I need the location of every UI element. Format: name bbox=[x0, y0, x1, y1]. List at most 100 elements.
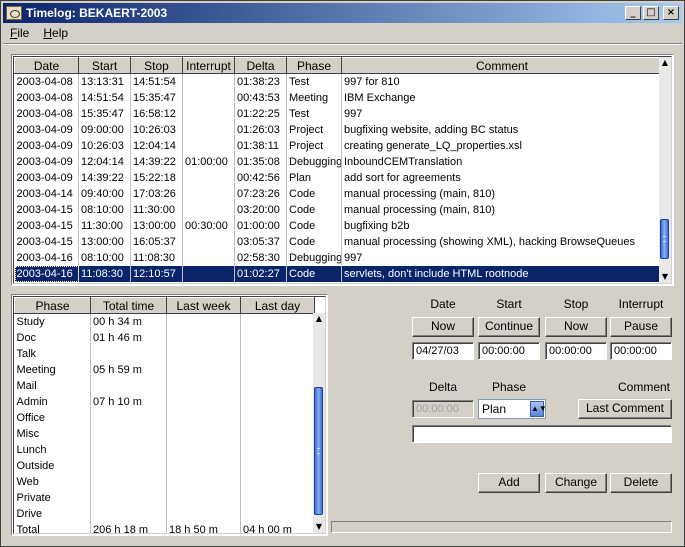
table-cell[interactable]: 2003-04-09 bbox=[14, 169, 79, 186]
table-row[interactable]: 2003-04-16 11:08:30 12:10:57 01:02:27 Code se… bbox=[14, 265, 663, 282]
scroll-down-icon[interactable]: ▼ bbox=[659, 271, 671, 283]
table-cell[interactable]: 997 bbox=[341, 249, 663, 266]
table-cell[interactable]: Test bbox=[286, 73, 342, 90]
table-cell[interactable]: 15:22:18 bbox=[130, 169, 183, 186]
table-cell[interactable]: 2003-04-08 bbox=[14, 89, 79, 106]
table-cell[interactable]: manual processing (main, 810) bbox=[341, 201, 663, 218]
table-cell[interactable]: 11:30:00 bbox=[130, 201, 183, 218]
delete-button[interactable]: Delete bbox=[610, 473, 672, 493]
table-cell[interactable]: 11:08:30 bbox=[78, 265, 131, 282]
table-row[interactable]: 2003-04-15 11:30:00 13:00:00 00:30:00 01:00:… bbox=[14, 217, 663, 234]
table-cell[interactable]: bugfixing website, adding BC status bbox=[341, 121, 663, 138]
table-cell[interactable] bbox=[182, 201, 235, 218]
table-cell[interactable]: 17:03:26 bbox=[130, 185, 183, 202]
table-row[interactable]: Web bbox=[14, 473, 315, 490]
table-cell[interactable]: 00:42:56 bbox=[234, 169, 287, 186]
table-row[interactable]: 2003-04-09 12:04:14 14:39:22 01:00:00 01:35:… bbox=[14, 153, 663, 170]
table-cell[interactable]: Meeting bbox=[286, 89, 342, 106]
table-cell[interactable]: manual processing (main, 810) bbox=[341, 185, 663, 202]
table-cell[interactable]: 13:00:00 bbox=[130, 217, 183, 234]
column-header[interactable]: Date bbox=[14, 57, 79, 74]
table-cell[interactable] bbox=[182, 169, 235, 186]
column-header[interactable]: Total time bbox=[90, 297, 167, 314]
table-cell[interactable]: 14:39:22 bbox=[130, 153, 183, 170]
start-field[interactable]: 00:00:00 bbox=[478, 342, 540, 360]
table-cell[interactable]: 14:51:54 bbox=[130, 73, 183, 90]
table-cell[interactable]: 2003-04-14 bbox=[14, 185, 79, 202]
table-cell[interactable]: 2003-04-08 bbox=[14, 105, 79, 122]
table-cell[interactable]: bugfixing b2b bbox=[341, 217, 663, 234]
table-cell[interactable]: 01:35:08 bbox=[234, 153, 287, 170]
table-row[interactable]: 2003-04-16 08:10:00 11:08:30 02:58:30 Debugg… bbox=[14, 249, 663, 266]
scroll-up-icon[interactable]: ▲ bbox=[313, 313, 325, 325]
table-row[interactable]: 2003-04-09 09:00:00 10:26:03 01:26:03 Projec… bbox=[14, 121, 663, 138]
menu-file[interactable]: File bbox=[3, 26, 36, 40]
table-row[interactable]: 2003-04-15 08:10:00 11:30:00 03:20:00 Code ma… bbox=[14, 201, 663, 218]
scroll-down-icon[interactable]: ▼ bbox=[313, 521, 325, 533]
table-cell[interactable] bbox=[182, 185, 235, 202]
table-cell[interactable] bbox=[182, 89, 235, 106]
table-cell[interactable]: 01:22:25 bbox=[234, 105, 287, 122]
menu-help[interactable]: Help bbox=[36, 26, 75, 40]
phase-select[interactable]: Plan ▲▼ bbox=[478, 399, 547, 419]
log-table-scrollbar[interactable]: ▲ ▼ bbox=[659, 57, 671, 283]
table-cell[interactable]: 01:38:23 bbox=[234, 73, 287, 90]
table-cell[interactable]: Code bbox=[286, 265, 342, 282]
table-cell[interactable]: 01:38:11 bbox=[234, 137, 287, 154]
table-row[interactable]: 2003-04-08 13:13:31 14:51:54 01:38:23 Test 99… bbox=[14, 73, 663, 90]
table-cell[interactable]: 16:58:12 bbox=[130, 105, 183, 122]
date-field[interactable]: 04/27/03 bbox=[412, 342, 474, 360]
table-cell[interactable]: manual processing (showing XML), hacking… bbox=[341, 233, 663, 250]
last-comment-button[interactable]: Last Comment bbox=[578, 399, 672, 419]
minimize-button[interactable]: _ bbox=[625, 6, 641, 20]
table-cell[interactable] bbox=[182, 121, 235, 138]
table-row[interactable]: 2003-04-15 13:00:00 16:05:37 03:05:37 Code ma… bbox=[14, 233, 663, 250]
column-header[interactable]: Delta bbox=[234, 57, 287, 74]
table-cell[interactable]: 2003-04-16 bbox=[14, 249, 79, 266]
scroll-thumb[interactable] bbox=[660, 219, 669, 259]
table-cell[interactable]: 03:20:00 bbox=[234, 201, 287, 218]
table-cell[interactable]: 2003-04-09 bbox=[14, 153, 79, 170]
table-cell[interactable]: Code bbox=[286, 233, 342, 250]
table-row[interactable]: 2003-04-14 09:40:00 17:03:26 07:23:26 Code ma… bbox=[14, 185, 663, 202]
column-header[interactable]: Phase bbox=[14, 297, 91, 314]
table-row[interactable]: Admin 07 h 10 m bbox=[14, 393, 315, 410]
table-cell[interactable]: 15:35:47 bbox=[78, 105, 131, 122]
maximize-button[interactable]: □ bbox=[643, 6, 659, 20]
table-row[interactable]: 2003-04-08 14:51:54 15:35:47 00:43:53 Meetin… bbox=[14, 89, 663, 106]
table-cell[interactable]: 12:10:57 bbox=[130, 265, 183, 282]
table-cell[interactable]: 09:00:00 bbox=[78, 121, 131, 138]
summary-table-scrollbar[interactable]: ▲ ▼ bbox=[313, 313, 325, 533]
pause-button[interactable]: Pause bbox=[610, 317, 672, 337]
table-cell[interactable]: Debugging bbox=[286, 153, 342, 170]
table-cell[interactable]: 16:05:37 bbox=[130, 233, 183, 250]
change-button[interactable]: Change bbox=[545, 473, 607, 493]
column-header[interactable]: Comment bbox=[341, 57, 663, 74]
scroll-up-icon[interactable]: ▲ bbox=[659, 57, 671, 69]
table-row[interactable]: Meeting 05 h 59 m bbox=[14, 361, 315, 378]
table-cell[interactable]: 01:26:03 bbox=[234, 121, 287, 138]
table-cell[interactable]: IBM Exchange bbox=[341, 89, 663, 106]
table-cell[interactable]: 2003-04-09 bbox=[14, 121, 79, 138]
table-cell[interactable]: 03:05:37 bbox=[234, 233, 287, 250]
table-cell[interactable]: 01:00:00 bbox=[234, 217, 287, 234]
table-row[interactable]: 2003-04-09 14:39:22 15:22:18 00:42:56 Plan ad… bbox=[14, 169, 663, 186]
table-row[interactable]: Talk bbox=[14, 345, 315, 362]
table-row[interactable]: Doc 01 h 46 m bbox=[14, 329, 315, 346]
table-cell[interactable] bbox=[182, 265, 235, 282]
table-cell[interactable]: 14:51:54 bbox=[78, 89, 131, 106]
table-cell[interactable]: 13:13:31 bbox=[78, 73, 131, 90]
table-row[interactable]: Mail bbox=[14, 377, 315, 394]
table-cell[interactable]: 2003-04-15 bbox=[14, 201, 79, 218]
table-cell[interactable]: Code bbox=[286, 185, 342, 202]
column-header[interactable]: Last day bbox=[240, 297, 315, 314]
table-cell[interactable]: 13:00:00 bbox=[78, 233, 131, 250]
table-row[interactable]: Misc bbox=[14, 425, 315, 442]
continue-button[interactable]: Continue bbox=[478, 317, 540, 337]
table-row[interactable]: 2003-04-08 15:35:47 16:58:12 01:22:25 Test 99… bbox=[14, 105, 663, 122]
scroll-thumb[interactable] bbox=[314, 387, 323, 515]
table-row[interactable]: Drive bbox=[14, 505, 315, 522]
table-cell[interactable]: Debugging bbox=[286, 249, 342, 266]
table-cell[interactable]: 997 bbox=[341, 105, 663, 122]
table-cell[interactable]: Project bbox=[286, 137, 342, 154]
